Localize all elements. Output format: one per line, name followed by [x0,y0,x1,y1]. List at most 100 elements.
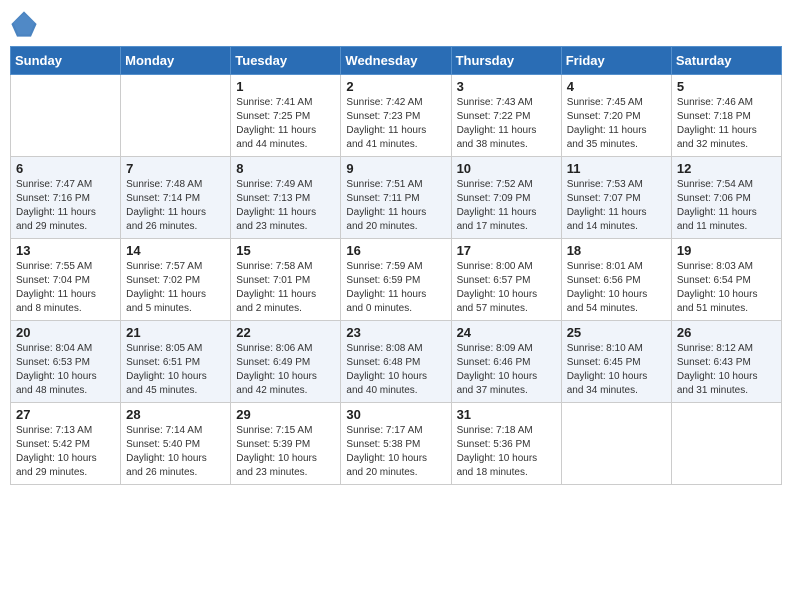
day-info: Sunrise: 7:55 AM Sunset: 7:04 PM Dayligh… [16,260,115,316]
calendar-cell: 26 Sunrise: 8:12 AM Sunset: 6:43 PM Dayli… [671,321,781,403]
calendar-cell: 3 Sunrise: 7:43 AM Sunset: 7:22 PM Daylig… [451,75,561,157]
day-info: Sunrise: 7:49 AM Sunset: 7:13 PM Dayligh… [236,178,335,234]
day-number: 26 [677,325,776,340]
day-number: 24 [457,325,556,340]
day-info: Sunrise: 7:58 AM Sunset: 7:01 PM Dayligh… [236,260,335,316]
calendar-cell [121,75,231,157]
day-number: 12 [677,161,776,176]
day-number: 29 [236,407,335,422]
day-info: Sunrise: 7:13 AM Sunset: 5:42 PM Dayligh… [16,424,115,480]
day-info: Sunrise: 8:01 AM Sunset: 6:56 PM Dayligh… [567,260,666,316]
day-info: Sunrise: 8:09 AM Sunset: 6:46 PM Dayligh… [457,342,556,398]
day-number: 5 [677,79,776,94]
day-number: 9 [346,161,445,176]
day-info: Sunrise: 7:51 AM Sunset: 7:11 PM Dayligh… [346,178,445,234]
calendar-cell: 11 Sunrise: 7:53 AM Sunset: 7:07 PM Dayli… [561,157,671,239]
calendar-cell: 19 Sunrise: 8:03 AM Sunset: 6:54 PM Dayli… [671,239,781,321]
calendar-header-tuesday: Tuesday [231,47,341,75]
calendar-header-friday: Friday [561,47,671,75]
calendar-cell: 5 Sunrise: 7:46 AM Sunset: 7:18 PM Daylig… [671,75,781,157]
day-info: Sunrise: 8:08 AM Sunset: 6:48 PM Dayligh… [346,342,445,398]
day-info: Sunrise: 7:48 AM Sunset: 7:14 PM Dayligh… [126,178,225,234]
day-info: Sunrise: 7:15 AM Sunset: 5:39 PM Dayligh… [236,424,335,480]
calendar-cell: 31Sunrise: 7:18 AM Sunset: 5:36 PM Dayli… [451,403,561,485]
day-info: Sunrise: 7:17 AM Sunset: 5:38 PM Dayligh… [346,424,445,480]
calendar-cell: 27 Sunrise: 7:13 AM Sunset: 5:42 PM Dayli… [11,403,121,485]
day-number: 11 [567,161,666,176]
calendar-cell [671,403,781,485]
calendar-cell: 2 Sunrise: 7:42 AM Sunset: 7:23 PM Daylig… [341,75,451,157]
calendar-cell: 23 Sunrise: 8:08 AM Sunset: 6:48 PM Dayli… [341,321,451,403]
calendar-header-sunday: Sunday [11,47,121,75]
calendar-cell: 13 Sunrise: 7:55 AM Sunset: 7:04 PM Dayli… [11,239,121,321]
calendar-cell: 21 Sunrise: 8:05 AM Sunset: 6:51 PM Dayli… [121,321,231,403]
day-info: Sunrise: 8:12 AM Sunset: 6:43 PM Dayligh… [677,342,776,398]
day-info: Sunrise: 7:57 AM Sunset: 7:02 PM Dayligh… [126,260,225,316]
day-info: Sunrise: 7:53 AM Sunset: 7:07 PM Dayligh… [567,178,666,234]
day-number: 16 [346,243,445,258]
day-info: Sunrise: 7:45 AM Sunset: 7:20 PM Dayligh… [567,96,666,152]
calendar-cell: 1Sunrise: 7:41 AM Sunset: 7:25 PM Daylig… [231,75,341,157]
calendar-week-row: 27 Sunrise: 7:13 AM Sunset: 5:42 PM Dayli… [11,403,782,485]
calendar-cell: 14 Sunrise: 7:57 AM Sunset: 7:02 PM Dayli… [121,239,231,321]
calendar-header-wednesday: Wednesday [341,47,451,75]
calendar-cell: 10Sunrise: 7:52 AM Sunset: 7:09 PM Dayli… [451,157,561,239]
day-info: Sunrise: 7:52 AM Sunset: 7:09 PM Dayligh… [457,178,556,234]
calendar-cell: 4 Sunrise: 7:45 AM Sunset: 7:20 PM Daylig… [561,75,671,157]
day-number: 2 [346,79,445,94]
calendar-week-row: 20 Sunrise: 8:04 AM Sunset: 6:53 PM Dayli… [11,321,782,403]
calendar-cell: 7 Sunrise: 7:48 AM Sunset: 7:14 PM Daylig… [121,157,231,239]
day-info: Sunrise: 7:41 AM Sunset: 7:25 PM Dayligh… [236,96,335,152]
day-number: 17 [457,243,556,258]
day-info: Sunrise: 7:14 AM Sunset: 5:40 PM Dayligh… [126,424,225,480]
page-header [10,10,782,38]
day-number: 7 [126,161,225,176]
day-info: Sunrise: 7:42 AM Sunset: 7:23 PM Dayligh… [346,96,445,152]
day-info: Sunrise: 8:00 AM Sunset: 6:57 PM Dayligh… [457,260,556,316]
calendar-cell: 29 Sunrise: 7:15 AM Sunset: 5:39 PM Dayli… [231,403,341,485]
calendar-cell: 28Sunrise: 7:14 AM Sunset: 5:40 PM Dayli… [121,403,231,485]
day-number: 3 [457,79,556,94]
day-number: 19 [677,243,776,258]
day-info: Sunrise: 8:04 AM Sunset: 6:53 PM Dayligh… [16,342,115,398]
logo [10,10,42,38]
calendar-header-saturday: Saturday [671,47,781,75]
day-number: 21 [126,325,225,340]
calendar-week-row: 6 Sunrise: 7:47 AM Sunset: 7:16 PM Daylig… [11,157,782,239]
day-info: Sunrise: 8:03 AM Sunset: 6:54 PM Dayligh… [677,260,776,316]
calendar-cell [561,403,671,485]
calendar-week-row: 1Sunrise: 7:41 AM Sunset: 7:25 PM Daylig… [11,75,782,157]
day-number: 31 [457,407,556,422]
day-number: 15 [236,243,335,258]
day-info: Sunrise: 8:10 AM Sunset: 6:45 PM Dayligh… [567,342,666,398]
day-info: Sunrise: 8:05 AM Sunset: 6:51 PM Dayligh… [126,342,225,398]
day-number: 18 [567,243,666,258]
day-number: 20 [16,325,115,340]
day-number: 23 [346,325,445,340]
day-number: 4 [567,79,666,94]
calendar-cell: 15 Sunrise: 7:58 AM Sunset: 7:01 PM Dayli… [231,239,341,321]
day-number: 14 [126,243,225,258]
calendar-cell: 16 Sunrise: 7:59 AM Sunset: 6:59 PM Dayli… [341,239,451,321]
calendar-week-row: 13 Sunrise: 7:55 AM Sunset: 7:04 PM Dayli… [11,239,782,321]
calendar-cell [11,75,121,157]
calendar-header-row: SundayMondayTuesdayWednesdayThursdayFrid… [11,47,782,75]
day-info: Sunrise: 7:43 AM Sunset: 7:22 PM Dayligh… [457,96,556,152]
day-info: Sunrise: 7:47 AM Sunset: 7:16 PM Dayligh… [16,178,115,234]
day-info: Sunrise: 7:59 AM Sunset: 6:59 PM Dayligh… [346,260,445,316]
day-info: Sunrise: 7:46 AM Sunset: 7:18 PM Dayligh… [677,96,776,152]
calendar-cell: 22Sunrise: 8:06 AM Sunset: 6:49 PM Dayli… [231,321,341,403]
day-number: 6 [16,161,115,176]
calendar-header-monday: Monday [121,47,231,75]
logo-icon [10,10,38,38]
calendar-cell: 6 Sunrise: 7:47 AM Sunset: 7:16 PM Daylig… [11,157,121,239]
day-number: 13 [16,243,115,258]
day-info: Sunrise: 7:54 AM Sunset: 7:06 PM Dayligh… [677,178,776,234]
day-number: 27 [16,407,115,422]
calendar-cell: 18 Sunrise: 8:01 AM Sunset: 6:56 PM Dayli… [561,239,671,321]
calendar: SundayMondayTuesdayWednesdayThursdayFrid… [10,46,782,485]
calendar-cell: 30Sunrise: 7:17 AM Sunset: 5:38 PM Dayli… [341,403,451,485]
calendar-cell: 12 Sunrise: 7:54 AM Sunset: 7:06 PM Dayli… [671,157,781,239]
day-number: 25 [567,325,666,340]
calendar-header-thursday: Thursday [451,47,561,75]
